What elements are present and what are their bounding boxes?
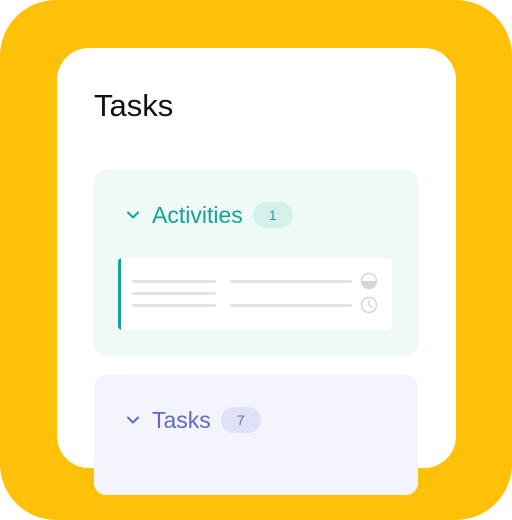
tasks-section: Tasks 7	[94, 375, 418, 495]
activities-section: Activities 1	[94, 170, 418, 356]
tasks-count-badge: 7	[220, 407, 261, 433]
clock-icon	[360, 296, 378, 314]
placeholder-line	[132, 280, 216, 283]
tasks-card: Tasks Activities 1 Tasks 7	[57, 48, 456, 495]
placeholder-line	[132, 292, 216, 295]
placeholder-line	[230, 280, 352, 283]
activity-accent-bar	[118, 258, 121, 330]
activities-label: Activities	[152, 201, 243, 228]
activities-count-badge: 1	[252, 202, 293, 228]
placeholder-line	[230, 304, 352, 307]
half-circle-status-icon	[360, 272, 378, 290]
chevron-down-icon	[127, 211, 139, 219]
page-title: Tasks	[94, 88, 174, 123]
device-frame: Tasks Activities 1 Tasks 7	[0, 0, 512, 520]
activity-list-item[interactable]	[118, 258, 392, 330]
placeholder-line	[132, 304, 216, 307]
tasks-label: Tasks	[152, 406, 211, 433]
tasks-section-header[interactable]: Tasks 7	[124, 405, 261, 435]
chevron-down-icon	[127, 416, 139, 424]
activities-section-header[interactable]: Activities 1	[124, 200, 293, 230]
